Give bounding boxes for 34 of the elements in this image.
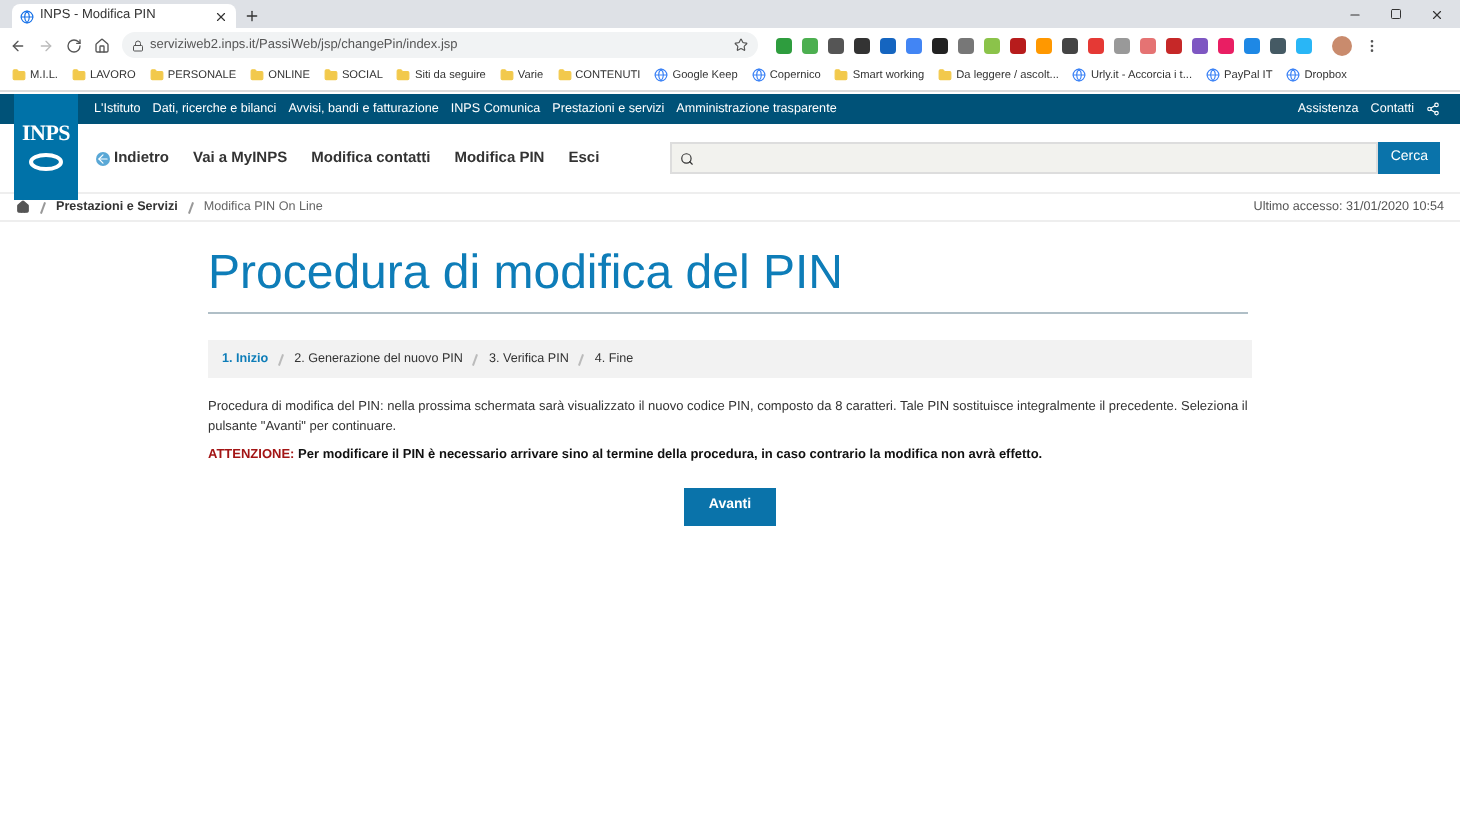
folder-icon bbox=[323, 68, 338, 83]
folder-icon bbox=[834, 68, 849, 83]
home-icon[interactable] bbox=[16, 200, 30, 214]
logo-swoosh-icon bbox=[28, 151, 64, 171]
site-icon bbox=[751, 68, 766, 83]
back-arrow-icon bbox=[96, 151, 110, 165]
site-icon bbox=[1072, 68, 1087, 83]
close-icon[interactable] bbox=[214, 9, 228, 23]
search-field[interactable] bbox=[670, 142, 1379, 174]
close-icon[interactable] bbox=[1430, 7, 1444, 21]
folder-icon bbox=[557, 68, 572, 83]
page-title: Procedura di modifica del PIN bbox=[208, 242, 1248, 314]
share-icon[interactable] bbox=[1426, 102, 1440, 116]
folder-icon bbox=[396, 68, 411, 83]
site-icon bbox=[654, 68, 669, 83]
folder-icon bbox=[12, 68, 26, 83]
folder-icon bbox=[499, 68, 514, 83]
new-tab-icon[interactable] bbox=[244, 8, 260, 24]
lock-icon bbox=[132, 39, 144, 51]
inps-logo: INPS bbox=[14, 94, 78, 200]
back-icon[interactable] bbox=[10, 37, 26, 53]
folder-icon bbox=[149, 68, 164, 83]
site-icon bbox=[1206, 68, 1220, 83]
site-icon bbox=[1286, 68, 1301, 83]
maximize-icon[interactable] bbox=[1390, 8, 1402, 20]
site-icon bbox=[20, 9, 34, 23]
folder-icon bbox=[72, 68, 86, 83]
profile-avatar[interactable] bbox=[1332, 35, 1352, 55]
home-icon[interactable] bbox=[94, 37, 110, 53]
search-icon bbox=[680, 151, 695, 165]
folder-icon bbox=[250, 68, 265, 83]
bookmark-star-icon[interactable] bbox=[734, 38, 748, 52]
reload-icon[interactable] bbox=[66, 37, 82, 53]
folder-icon bbox=[938, 68, 953, 83]
